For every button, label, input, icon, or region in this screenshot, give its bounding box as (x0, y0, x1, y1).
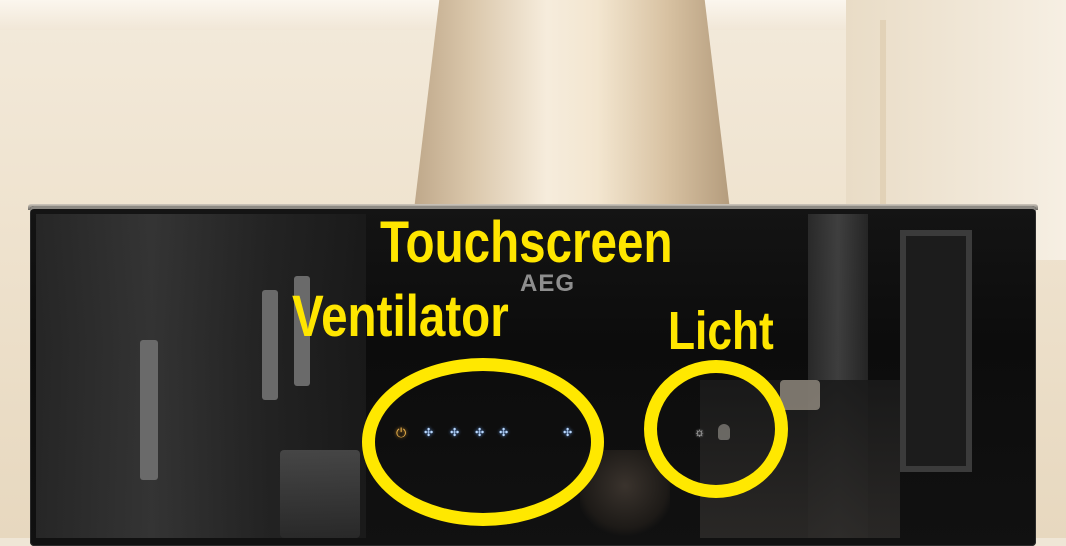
reflection-picture-frame (900, 230, 972, 472)
reflection-appliance (280, 450, 360, 538)
licht-highlight-ring (644, 360, 788, 498)
ventilator-highlight-ring (362, 358, 604, 526)
hood-chimney (414, 0, 730, 210)
reflection-handle (262, 290, 278, 400)
reflection-handle (140, 340, 158, 480)
reflection-light (780, 380, 820, 410)
licht-label: Licht (668, 301, 774, 361)
wall-corner (880, 20, 886, 220)
ventilator-label: Ventilator (292, 284, 509, 349)
touchscreen-label: Touchscreen (380, 210, 673, 275)
